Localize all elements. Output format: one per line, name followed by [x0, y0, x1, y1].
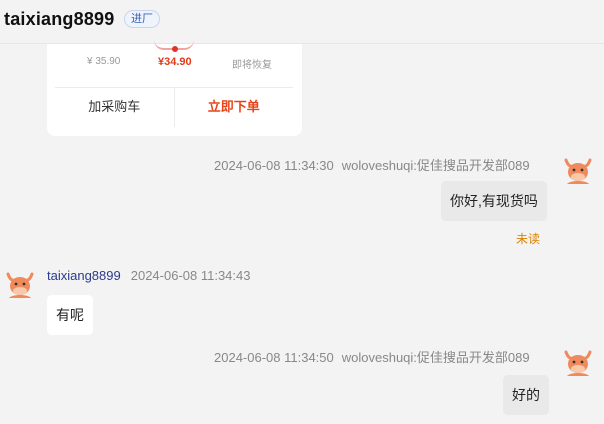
message-sender[interactable]: taixiang8899 — [47, 268, 121, 283]
message-time: 2024-06-08 11:34:50 — [214, 350, 334, 365]
add-to-cart-button[interactable]: 加采购车 — [55, 88, 174, 127]
message-meta: 2024-06-08 11:34:30 woloveshuqi:促佳搜品开发部08… — [214, 155, 530, 174]
message-time: 2024-06-08 11:34:30 — [214, 158, 334, 173]
price-current: ¥34.90 — [158, 56, 192, 68]
message-bubble-outgoing[interactable]: 你好,有现货吗 — [441, 181, 547, 221]
factory-badge[interactable]: 进厂 — [124, 10, 160, 28]
message-time: 2024-06-08 11:34:43 — [130, 268, 251, 283]
cow-avatar-icon[interactable] — [562, 154, 594, 186]
card-actions: 加采购车 立即下单 — [55, 87, 293, 127]
chat-header: taixiang8899 进厂 — [0, 0, 604, 44]
product-card: ¥ 35.90 ¥34.90 即将恢复 加采购车 立即下单 — [47, 44, 302, 136]
message-meta: taixiang8899 2024-06-08 11:34:43 — [47, 268, 258, 283]
price-point — [172, 46, 178, 52]
unread-status: 未读 — [516, 232, 541, 246]
cow-avatar-icon[interactable] — [562, 346, 594, 378]
contact-name[interactable]: taixiang8899 — [4, 9, 114, 30]
price-restore: 即将恢复 — [232, 60, 272, 71]
message-sender: woloveshuqi:促佳搜品开发部089 — [341, 350, 530, 365]
message-meta: 2024-06-08 11:34:50 woloveshuqi:促佳搜品开发部08… — [214, 347, 530, 366]
cow-avatar-icon[interactable] — [4, 268, 36, 300]
message-sender: woloveshuqi:促佳搜品开发部089 — [341, 158, 530, 173]
message-bubble-outgoing[interactable]: 好的 — [503, 375, 549, 415]
price-original: ¥ 35.90 — [87, 56, 121, 67]
order-now-button[interactable]: 立即下单 — [173, 88, 294, 127]
message-bubble-incoming[interactable]: 有呢 — [47, 295, 93, 335]
